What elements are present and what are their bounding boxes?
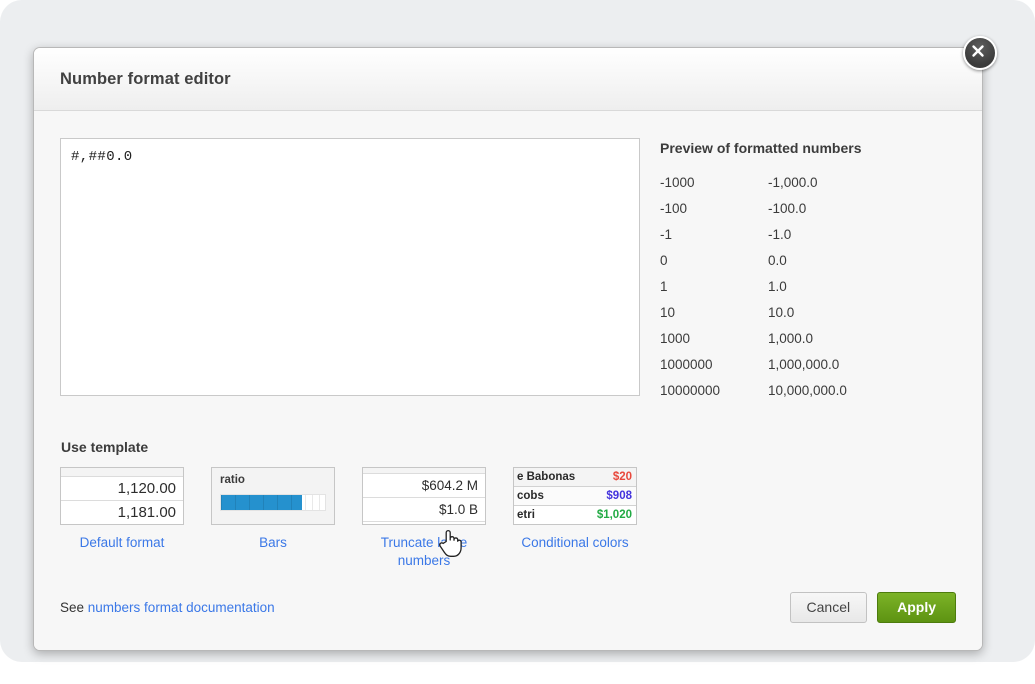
table-row: -1000 -1,000.0 [660,175,847,201]
template-label-default-format[interactable]: Default format [60,534,184,552]
template-truncate-large-numbers[interactable]: $604.2 M $1.0 B $983.4 M Truncate large … [362,467,486,570]
table-row: 1 1.0 [660,279,847,305]
preview-raw-value: -1000 [660,175,695,190]
table-row: -100 -100.0 [660,201,847,227]
thumb-row-value: $1,020 [596,509,632,521]
table-row: 0 0.0 [660,253,847,279]
thumb-row-value: $20 [612,471,632,483]
editor-and-preview-area: Preview of formatted numbers -1000 -1,00… [60,138,956,409]
template-label-bars[interactable]: Bars [211,534,335,552]
thumb-row-partial [61,468,183,477]
preview-formatted-value: 1,000.0 [768,331,814,346]
number-format-editor-dialog: Number format editor Preview of formatte… [33,47,983,651]
template-thumbnail-conditional-colors[interactable]: e Babonas $20 cobs $908 etri $1,020 [513,467,637,525]
preview-raw-value: -1 [660,227,673,242]
preview-raw-value: 1000000 [660,357,713,372]
documentation-line: See numbers format documentation [60,600,275,615]
preview-raw-value: 0 [660,253,668,268]
thumb-row-value: $983.4 M [363,522,485,524]
thumb-row-value: 1,181.00 [61,501,183,524]
template-thumbnail-default-format[interactable]: 1,120.00 1,181.00 [60,467,184,525]
footer-buttons: Cancel Apply [789,592,956,623]
apply-button[interactable]: Apply [877,592,956,623]
close-button[interactable] [963,36,997,70]
format-pattern-input[interactable] [60,138,640,396]
template-default-format[interactable]: 1,120.00 1,181.00 Default format [60,467,184,570]
thumb-row: etri $1,020 [514,506,636,524]
preview-formatted-value: -1,000.0 [768,175,818,190]
preview-raw-value: 10 [660,305,676,320]
thumb-row-name: e Babonas [517,471,576,483]
preview-formatted-value: -100.0 [768,201,807,216]
template-label-conditional-colors[interactable]: Conditional colors [513,534,637,552]
preview-panel: Preview of formatted numbers -1000 -1,00… [660,138,956,409]
thumb-row-value: $604.2 M [363,474,485,498]
dialog-footer: See numbers format documentation Cancel … [60,592,956,623]
numbers-format-documentation-link[interactable]: numbers format documentation [88,600,275,615]
preview-formatted-value: 0.0 [768,253,787,268]
thumb-row: e Babonas $20 [514,468,636,487]
preview-formatted-value: 1.0 [768,279,787,294]
use-template-heading: Use template [61,439,149,455]
see-text: See [60,600,88,615]
thumb-row-value: 1,120.00 [61,477,183,501]
template-thumbnail-truncate[interactable]: $604.2 M $1.0 B $983.4 M [362,467,486,525]
thumb-row-name: etri [517,509,535,521]
preview-table: -1000 -1,000.0 -100 -100.0 -1 -1.0 0 0.0… [660,175,847,409]
table-row: 10000000 10,000,000.0 [660,383,847,409]
preview-formatted-value: 10,000,000.0 [768,383,847,398]
thumb-row: cobs $908 [514,487,636,506]
thumb-bar-fill [221,495,303,510]
page-title: Number format editor [60,69,231,88]
close-icon [972,45,984,57]
table-row: 10 10.0 [660,305,847,331]
template-list: 1,120.00 1,181.00 Default format ratio B… [60,467,956,570]
preview-raw-value: 1 [660,279,668,294]
preview-table-body: -1000 -1,000.0 -100 -100.0 -1 -1.0 0 0.0… [660,175,847,409]
thumb-column-label: ratio [220,474,245,486]
table-row: -1 -1.0 [660,227,847,253]
preview-formatted-value: 1,000,000.0 [768,357,840,372]
template-label-truncate[interactable]: Truncate large numbers [362,534,486,570]
preview-raw-value: -100 [660,201,688,216]
thumb-row-value: $1.0 B [363,498,485,522]
dialog-header: Number format editor [34,48,982,111]
cancel-button[interactable]: Cancel [789,592,868,623]
thumb-row-value: $908 [606,490,632,502]
preview-heading: Preview of formatted numbers [660,140,862,156]
template-thumbnail-bars[interactable]: ratio [211,467,335,525]
preview-raw-value: 10000000 [660,383,721,398]
preview-formatted-value: -1.0 [768,227,792,242]
thumb-row-name: cobs [517,490,544,502]
dialog-body: Preview of formatted numbers -1000 -1,00… [34,111,982,650]
template-bars[interactable]: ratio Bars [211,467,335,570]
preview-formatted-value: 10.0 [768,305,795,320]
preview-raw-value: 1000 [660,331,691,346]
thumb-bar-track [220,494,326,511]
template-conditional-colors[interactable]: e Babonas $20 cobs $908 etri $1,020 Cond… [513,467,637,570]
table-row: 1000000 1,000,000.0 [660,357,847,383]
table-row: 1000 1,000.0 [660,331,847,357]
